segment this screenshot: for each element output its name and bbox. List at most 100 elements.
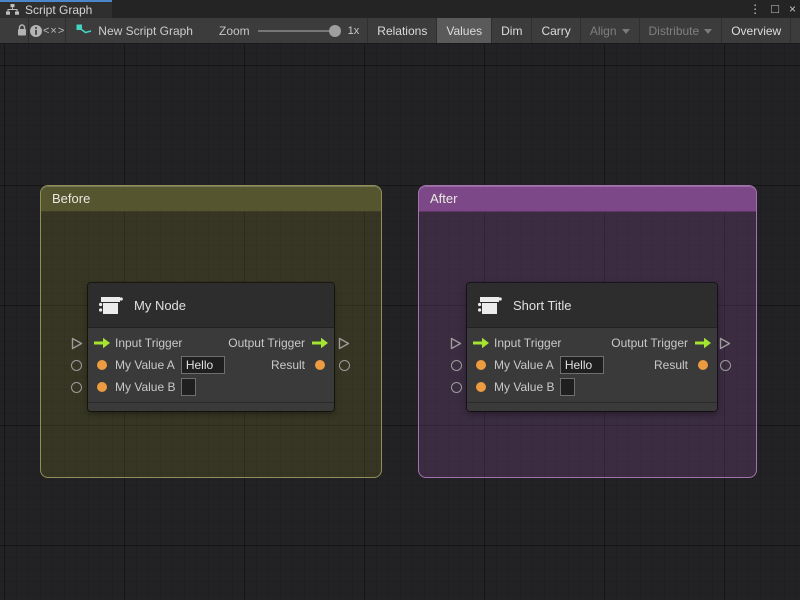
value-b-port[interactable]	[472, 378, 490, 396]
align-button[interactable]: Align	[579, 18, 639, 43]
output-trigger-label: Output Trigger	[611, 336, 688, 350]
result-label: Result	[653, 358, 688, 372]
result-port[interactable]	[311, 356, 329, 374]
group-before-header[interactable]: Before	[41, 186, 381, 212]
node-row: My Value A Result	[472, 354, 712, 376]
node-row: Input Trigger Output Trigger	[472, 332, 712, 354]
tab-script-graph[interactable]: Script Graph	[0, 0, 112, 18]
values-button-label: Values	[446, 23, 483, 38]
node-short-title[interactable]: Short Title Input Trigger Output Trigger…	[467, 283, 717, 411]
value-b-label: My Value B	[115, 380, 176, 394]
node-short-title-body: Input Trigger Output Trigger My Value A …	[467, 328, 717, 402]
node-title: My Node	[134, 297, 187, 313]
node-row: My Value B	[472, 376, 712, 398]
unit-icon	[477, 292, 503, 318]
value-a-input[interactable]	[180, 356, 225, 374]
node-footer	[88, 402, 334, 411]
group-after-label: After	[430, 191, 458, 206]
relations-button[interactable]: Relations	[367, 18, 436, 43]
value-port-icon	[476, 360, 486, 370]
value-b-input[interactable]	[181, 378, 197, 396]
input-trigger-label: Input Trigger	[115, 336, 183, 350]
group-after-header[interactable]: After	[419, 186, 756, 212]
node-row: Input Trigger Output Trigger	[93, 332, 329, 354]
node-footer	[467, 402, 717, 411]
window-maximize-icon[interactable]: □	[771, 0, 779, 18]
value-b-input[interactable]	[560, 378, 576, 396]
result-label: Result	[270, 358, 305, 372]
value-port-icon	[476, 382, 486, 392]
value-port-icon	[97, 360, 107, 370]
input-trigger-label: Input Trigger	[494, 336, 562, 350]
dim-button-label: Dim	[501, 23, 523, 38]
carry-button-label: Carry	[541, 23, 571, 38]
window-menu-icon[interactable]: ⋮	[749, 0, 761, 18]
overview-button-label: Overview	[731, 23, 782, 38]
value-outlet-circle-icon[interactable]	[720, 360, 731, 371]
node-title: Short Title	[513, 297, 572, 313]
align-button-label: Align	[589, 23, 617, 38]
script-graph-asset-icon	[76, 24, 92, 38]
group-before-label: Before	[52, 191, 91, 206]
tab-title: Script Graph	[25, 3, 93, 17]
value-outlet-circle-icon[interactable]	[339, 360, 350, 371]
input-trigger-port[interactable]	[93, 334, 111, 352]
graph-asset-name: New Script Graph	[98, 23, 193, 38]
value-port-icon	[698, 360, 708, 370]
code-icon: <×>	[43, 24, 66, 37]
info-icon	[29, 24, 43, 38]
unit-icon	[98, 292, 124, 318]
output-trigger-label: Output Trigger	[228, 336, 305, 350]
zoom-slider-track	[257, 29, 340, 32]
flow-outlet-triangle-icon[interactable]	[719, 337, 731, 355]
overview-button[interactable]: Overview	[721, 18, 790, 43]
node-row: My Value A Result	[93, 354, 329, 376]
value-inlet-circle-icon[interactable]	[71, 382, 82, 393]
value-b-port[interactable]	[93, 378, 111, 396]
node-my-node-body: Input Trigger Output Trigger My Value A …	[88, 328, 334, 402]
graph-canvas[interactable]: Before After My Node Input Trigger Outpu…	[0, 44, 800, 600]
lock-button[interactable]	[16, 18, 28, 43]
zoom-value: 1x	[347, 24, 360, 37]
node-short-title-header[interactable]: Short Title	[467, 283, 717, 328]
graph-hierarchy-icon	[6, 4, 19, 16]
value-port-icon	[97, 382, 107, 392]
info-button[interactable]	[29, 18, 43, 43]
dim-button[interactable]: Dim	[491, 18, 531, 43]
result-port[interactable]	[694, 356, 712, 374]
flow-inlet-triangle-icon[interactable]	[71, 337, 83, 355]
value-inlet-circle-icon[interactable]	[451, 360, 462, 371]
output-trigger-port[interactable]	[694, 334, 712, 352]
input-trigger-port[interactable]	[472, 334, 490, 352]
zoom-label: Zoom	[218, 23, 250, 38]
value-a-port[interactable]	[93, 356, 111, 374]
value-inlet-circle-icon[interactable]	[451, 382, 462, 393]
distribute-button-label: Distribute	[648, 23, 700, 38]
fullscreen-button[interactable]: Full Screen	[790, 18, 800, 43]
node-my-node[interactable]: My Node Input Trigger Output Trigger My …	[88, 283, 334, 411]
value-a-input[interactable]	[559, 356, 604, 374]
tab-bar: Script Graph ⋮ □ ×	[0, 0, 800, 18]
value-a-label: My Value A	[115, 358, 175, 372]
values-button[interactable]: Values	[436, 18, 492, 43]
value-a-port[interactable]	[472, 356, 490, 374]
graph-toolbar: <×> New Script Graph Zoom 1x Relations V…	[0, 18, 800, 44]
value-b-label: My Value B	[494, 380, 555, 394]
zoom-slider[interactable]	[257, 24, 341, 37]
carry-button[interactable]: Carry	[531, 18, 579, 43]
code-preview-button[interactable]: <×>	[43, 18, 66, 43]
value-inlet-circle-icon[interactable]	[71, 360, 82, 371]
output-trigger-port[interactable]	[311, 334, 329, 352]
window-close-icon[interactable]: ×	[789, 0, 796, 18]
relations-button-label: Relations	[377, 23, 428, 38]
flow-outlet-triangle-icon[interactable]	[338, 337, 350, 355]
graph-asset-button[interactable]: New Script Graph	[66, 18, 203, 43]
lock-icon	[16, 24, 28, 37]
distribute-button[interactable]: Distribute	[638, 18, 722, 43]
zoom-slider-knob[interactable]	[328, 24, 341, 37]
chevron-down-icon	[621, 28, 630, 34]
flow-inlet-triangle-icon[interactable]	[450, 337, 462, 355]
node-my-node-header[interactable]: My Node	[88, 283, 334, 328]
node-row: My Value B	[93, 376, 329, 398]
value-a-label: My Value A	[494, 358, 554, 372]
